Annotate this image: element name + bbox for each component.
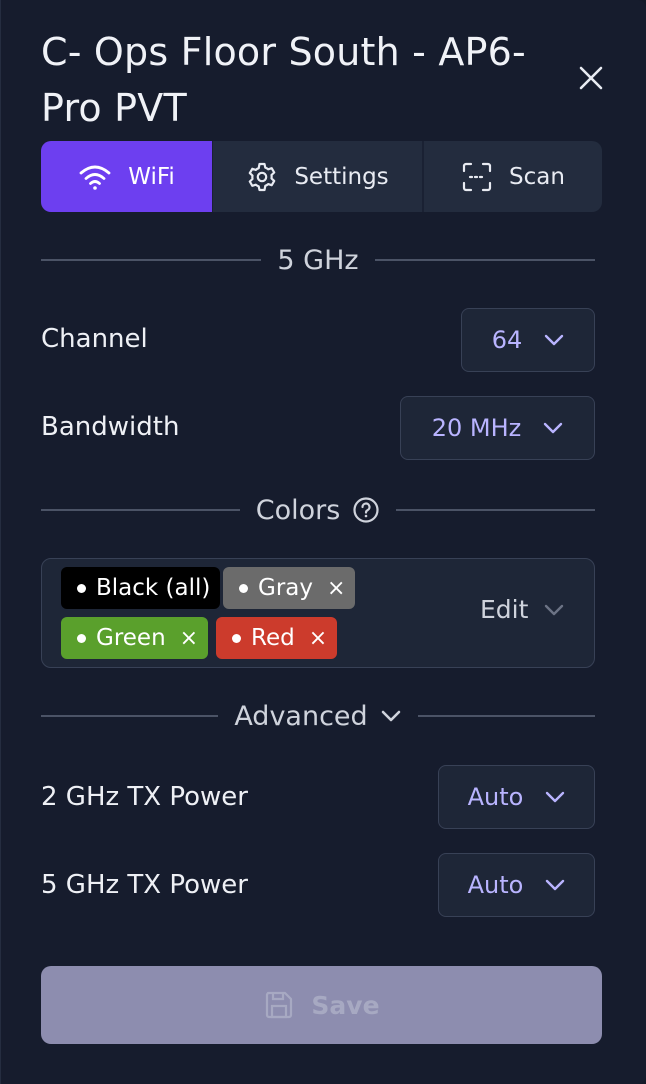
chevron-down-icon xyxy=(546,879,565,891)
advanced-heading-text: Advanced xyxy=(234,700,368,732)
divider-line-left xyxy=(41,715,219,717)
color-chip-black: Black (all) xyxy=(61,567,221,609)
dot-icon xyxy=(232,633,241,643)
tab-scan-label: Scan xyxy=(509,163,565,190)
remove-chip-icon[interactable]: × xyxy=(180,626,198,651)
remove-chip-icon[interactable]: × xyxy=(327,576,345,601)
advanced-section-divider: Advanced xyxy=(41,700,595,732)
dot-icon xyxy=(77,583,86,593)
tab-bar: WiFi Settings Scan xyxy=(41,141,602,212)
save-button[interactable]: Save xyxy=(41,966,602,1044)
tab-scan[interactable]: Scan xyxy=(424,141,602,212)
dot-icon xyxy=(77,633,86,643)
tx-5ghz-select[interactable]: Auto xyxy=(438,853,595,917)
divider-line-right xyxy=(417,715,595,717)
channel-value: 64 xyxy=(491,326,523,354)
tx-2ghz-value: Auto xyxy=(467,783,524,811)
save-label: Save xyxy=(311,990,380,1020)
scan-icon xyxy=(462,162,492,191)
chevron-down-icon xyxy=(546,791,565,803)
tx-2ghz-label: 2 GHz TX Power xyxy=(41,782,248,812)
color-chip-red: Red × xyxy=(216,617,338,659)
dot-icon xyxy=(239,583,248,593)
close-button[interactable] xyxy=(573,60,609,96)
tx-2ghz-select[interactable]: Auto xyxy=(438,765,595,829)
tab-wifi-label: WiFi xyxy=(128,163,175,190)
colors-edit-button[interactable]: Edit xyxy=(480,595,564,624)
color-chip-gray: Gray × xyxy=(223,567,356,609)
question-circle-icon[interactable] xyxy=(352,496,380,524)
colors-section-divider: Colors xyxy=(41,494,595,526)
band-heading-text: 5 GHz xyxy=(277,244,359,276)
remove-chip-icon[interactable]: × xyxy=(309,626,327,651)
floppy-disk-icon xyxy=(266,991,293,1019)
channel-label: Channel xyxy=(41,324,148,354)
colors-heading-text: Colors xyxy=(255,494,341,526)
wifi-icon xyxy=(79,165,111,190)
bandwidth-select[interactable]: 20 MHz xyxy=(400,396,595,460)
chip-label: Gray xyxy=(258,575,313,601)
tx-5ghz-value: Auto xyxy=(467,871,524,899)
chevron-down-icon xyxy=(381,710,400,722)
tab-settings-label: Settings xyxy=(294,163,389,190)
band-section-heading: 5 GHz xyxy=(277,245,358,276)
chevron-down-icon xyxy=(545,604,564,615)
panel-title: C- Ops Floor South - AP6-Pro PVT xyxy=(41,30,526,130)
edit-label: Edit xyxy=(480,595,529,624)
color-chip-green: Green × xyxy=(61,617,209,659)
tx-5ghz-label: 5 GHz TX Power xyxy=(41,870,248,900)
divider-line-left xyxy=(41,259,262,261)
divider-line-right xyxy=(374,259,596,261)
chevron-down-icon xyxy=(544,422,563,434)
chip-label: Red xyxy=(251,625,295,651)
tab-wifi[interactable]: WiFi xyxy=(41,141,212,212)
gear-icon xyxy=(249,162,276,191)
channel-select[interactable]: 64 xyxy=(461,308,595,372)
bandwidth-value: 20 MHz xyxy=(431,414,522,442)
colors-section-heading: Colors xyxy=(256,495,381,526)
advanced-toggle[interactable]: Advanced xyxy=(234,701,401,732)
tab-settings[interactable]: Settings xyxy=(212,141,424,212)
device-panel: C- Ops Floor South - AP6-Pro PVT WiFi Se… xyxy=(0,0,646,1084)
bandwidth-label: Bandwidth xyxy=(41,412,180,442)
divider-line-right xyxy=(396,509,595,511)
colors-selector[interactable]: Black (all) Gray × Green × Red × Edit xyxy=(41,558,595,668)
chip-label: Green xyxy=(96,625,166,651)
chip-label: Black (all) xyxy=(96,575,211,601)
band-section-divider: 5 GHz xyxy=(41,244,596,276)
divider-line-left xyxy=(41,509,240,511)
close-icon xyxy=(579,66,603,90)
chevron-down-icon xyxy=(545,334,564,346)
